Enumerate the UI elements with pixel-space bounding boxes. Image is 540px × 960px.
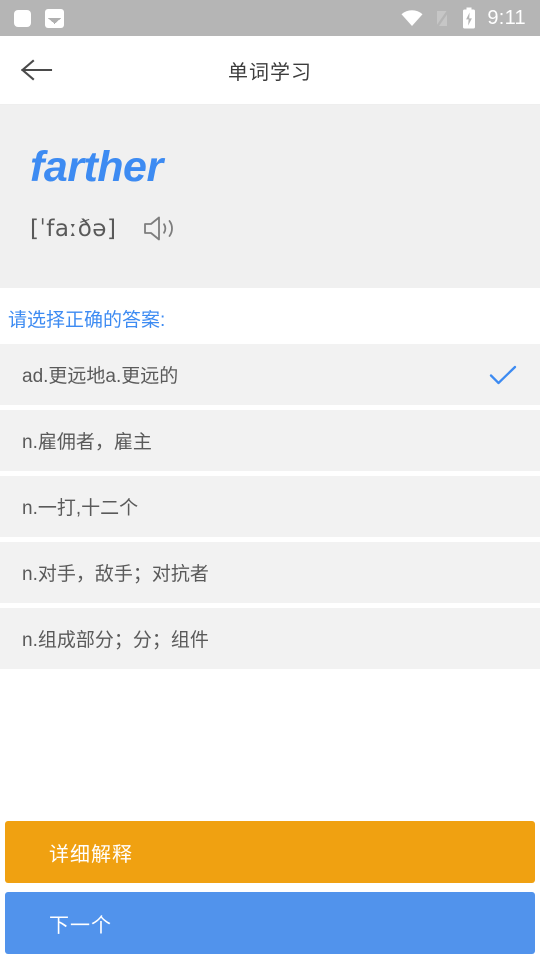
wifi-icon	[401, 10, 423, 26]
check-icon	[489, 365, 517, 384]
answer-option-label: n.对手，敌手；对抗者	[22, 564, 209, 585]
answer-options-list: ad.更远地a.更远的 n.雇佣者，雇主 n.一打,十二个 n.对手，敌手；对抗…	[0, 344, 540, 669]
status-bar: 9:11	[0, 0, 540, 36]
speaker-icon	[144, 216, 174, 241]
answer-option-label: n.组成部分；分；组件	[22, 630, 209, 651]
status-bar-system-icons: 9:11	[400, 7, 526, 29]
pronounce-button[interactable]	[142, 215, 180, 242]
photo-notification-icon	[45, 8, 64, 28]
bottom-action-bar: 详细解释 下一个	[0, 821, 540, 960]
detail-explanation-button[interactable]: 详细解释	[5, 821, 535, 883]
battery-charging-icon	[463, 7, 476, 29]
answer-option[interactable]: n.一打,十二个	[0, 476, 540, 537]
answer-option-label: n.雇佣者，雇主	[22, 432, 152, 453]
status-bar-notifications	[14, 8, 64, 28]
answer-option[interactable]: n.组成部分；分；组件	[0, 608, 540, 669]
answer-option-label: ad.更远地a.更远的	[22, 366, 179, 387]
back-button[interactable]	[14, 50, 60, 90]
no-signal-icon	[435, 8, 451, 28]
phonetic-text: [ˈfaːðə]	[30, 215, 117, 242]
app-bar: 单词学习	[0, 36, 540, 105]
rounded-square-notification-icon	[14, 9, 31, 27]
quiz-hint: 请选择正确的答案:	[8, 310, 166, 331]
next-word-button[interactable]: 下一个	[5, 892, 535, 954]
page-title: 单词学习	[228, 61, 312, 84]
answer-option[interactable]: n.对手，敌手；对抗者	[0, 542, 540, 603]
phonetic-row: [ˈfaːðə]	[30, 215, 510, 242]
word-text: farther	[30, 143, 163, 191]
quiz-section: 请选择正确的答案: ad.更远地a.更远的 n.雇佣者，雇主 n.一打,十二个 …	[0, 288, 540, 669]
answer-option[interactable]: n.雇佣者，雇主	[0, 410, 540, 471]
back-arrow-icon	[20, 59, 53, 81]
status-bar-clock: 9:11	[487, 7, 526, 29]
answer-option-label: n.一打,十二个	[22, 498, 139, 519]
answer-option[interactable]: ad.更远地a.更远的	[0, 344, 540, 405]
word-card: farther [ˈfaːðə]	[0, 105, 540, 288]
